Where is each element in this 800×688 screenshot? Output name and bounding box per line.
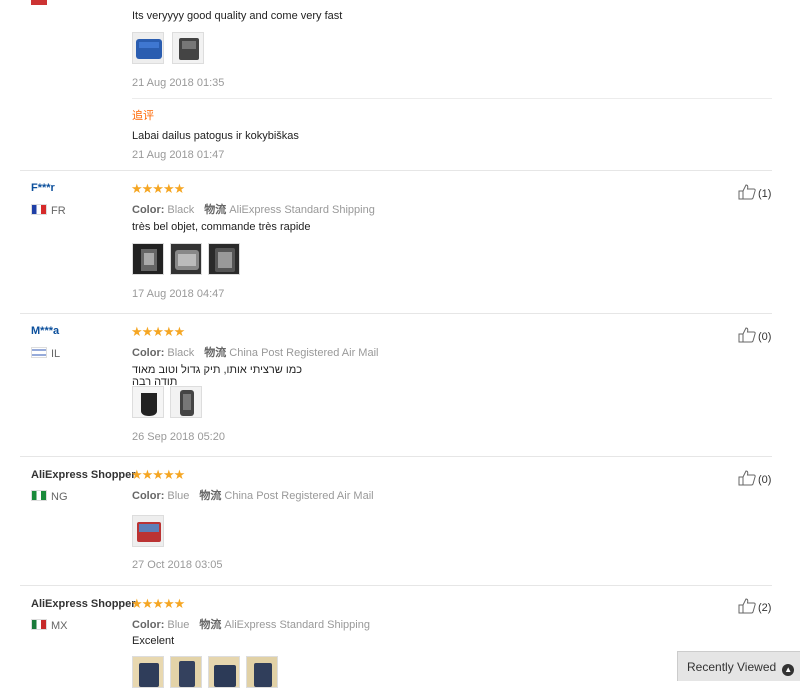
star-rating: ★★★★★ xyxy=(131,181,185,196)
star-rating: ★★★★★ xyxy=(131,467,185,482)
reviewer-country: FR xyxy=(31,204,66,217)
flag-il xyxy=(31,347,47,358)
review-photo[interactable] xyxy=(208,243,240,275)
review-date: 21 Aug 2018 01:35 xyxy=(132,77,225,89)
flag-mx xyxy=(31,619,47,630)
thumbs-up-icon xyxy=(738,598,756,614)
reviewer-country: IL xyxy=(31,347,60,360)
review-photo[interactable] xyxy=(132,32,164,64)
flag-lt xyxy=(31,0,47,5)
review-photo[interactable] xyxy=(170,656,202,688)
helpful-button[interactable]: (0) xyxy=(738,327,771,343)
review-meta: Color: Black 物流 AliExpress Standard Shippin… xyxy=(132,204,375,216)
divider xyxy=(20,585,772,586)
divider xyxy=(20,170,772,171)
additional-feedback-label: 追评 xyxy=(132,110,154,122)
review-photo[interactable] xyxy=(246,656,278,688)
thumbs-up-icon xyxy=(738,470,756,486)
divider xyxy=(20,313,772,314)
review-meta: Color: Black 物流 China Post Registered Air M… xyxy=(132,347,379,359)
helpful-button[interactable]: (0) xyxy=(738,470,771,486)
reviewer-name[interactable]: F***r xyxy=(31,182,55,194)
review-photo[interactable] xyxy=(132,386,164,418)
review-photo[interactable] xyxy=(132,243,164,275)
divider xyxy=(20,456,772,457)
helpful-button[interactable]: (1) xyxy=(738,184,771,200)
review-photo[interactable] xyxy=(170,243,202,275)
review-meta: Color: Blue 物流 China Post Registered Air Ma… xyxy=(132,490,374,502)
review-date: 26 Sep 2018 05:20 xyxy=(132,431,225,443)
review-photo[interactable] xyxy=(172,32,204,64)
thumbs-up-icon xyxy=(738,327,756,343)
review-photo[interactable] xyxy=(132,515,164,547)
reviewer-name: AliExpress Shopper xyxy=(31,598,136,610)
helpful-button[interactable]: (2) xyxy=(738,598,771,614)
divider xyxy=(132,98,772,99)
review-text: Excelent xyxy=(132,635,175,647)
review-photo[interactable] xyxy=(208,656,240,688)
star-rating: ★★★★★ xyxy=(131,596,185,611)
review-text: Its veryyyy good quality and come very f… xyxy=(132,10,343,22)
reviewer-country: NG xyxy=(31,490,68,503)
reviewer-name: AliExpress Shopper xyxy=(31,469,136,481)
review-date: 17 Aug 2018 04:47 xyxy=(132,288,225,300)
reviewer-country: MX xyxy=(31,619,68,632)
review-date: 27 Oct 2018 03:05 xyxy=(132,559,223,571)
review-photo[interactable] xyxy=(132,656,164,688)
flag-fr xyxy=(31,204,47,215)
additional-feedback-date: 21 Aug 2018 01:47 xyxy=(132,149,225,161)
review-text: très bel objet, commande très rapide xyxy=(132,221,311,233)
recently-viewed-label: Recently Viewed xyxy=(687,660,777,674)
review-text: כמו שרציתי אותו, תיק גדול וטוב מאוד תודה… xyxy=(132,364,303,388)
star-rating: ★★★★★ xyxy=(131,324,185,339)
flag-ng xyxy=(31,490,47,501)
chevron-up-icon: ▲ xyxy=(782,664,795,676)
additional-feedback-text: Labai dailus patogus ir kokybiškas xyxy=(132,130,299,142)
thumbs-up-icon xyxy=(738,184,756,200)
recently-viewed-tab[interactable]: Recently Viewed ▲ xyxy=(677,651,800,681)
review-photo[interactable] xyxy=(170,386,202,418)
review-meta: Color: Blue 物流 AliExpress Standard Shipping xyxy=(132,619,370,631)
reviewer-name[interactable]: M***a xyxy=(31,325,59,337)
